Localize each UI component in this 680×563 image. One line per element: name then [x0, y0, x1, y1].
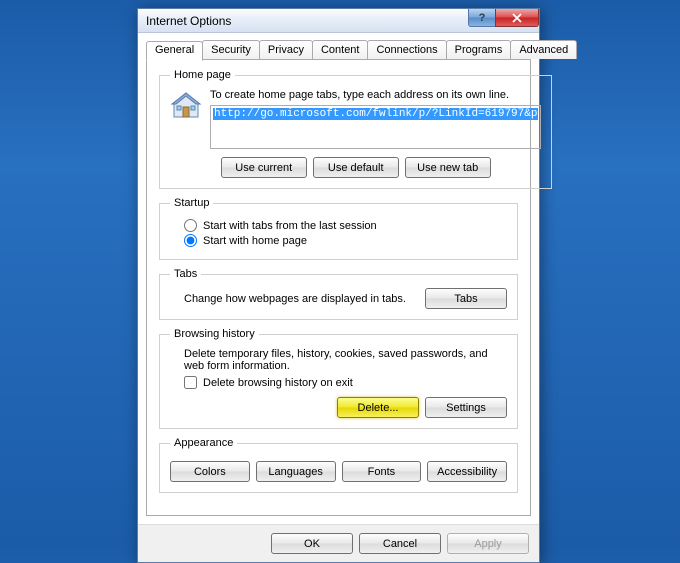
- accessibility-button[interactable]: Accessibility: [427, 461, 507, 482]
- internet-options-dialog: Internet Options ? General Security Priv…: [137, 8, 540, 563]
- titlebar[interactable]: Internet Options ?: [138, 9, 539, 33]
- tab-content[interactable]: Content: [312, 40, 369, 59]
- dialog-bottom-buttons: OK Cancel Apply: [138, 524, 539, 562]
- dialog-body: General Security Privacy Content Connect…: [138, 33, 539, 524]
- apply-button[interactable]: Apply: [447, 533, 529, 554]
- startup-last-session-radio[interactable]: [184, 219, 197, 232]
- ok-button[interactable]: OK: [271, 533, 353, 554]
- startup-legend: Startup: [170, 197, 213, 209]
- appearance-group: Appearance Colors Languages Fonts Access…: [159, 437, 518, 493]
- tabs-legend: Tabs: [170, 268, 201, 280]
- tabs-button[interactable]: Tabs: [425, 288, 507, 309]
- tab-connections[interactable]: Connections: [367, 40, 446, 59]
- tab-strip: General Security Privacy Content Connect…: [146, 40, 531, 60]
- browsing-history-desc: Delete temporary files, history, cookies…: [184, 348, 507, 372]
- fonts-button[interactable]: Fonts: [342, 461, 422, 482]
- use-new-tab-button[interactable]: Use new tab: [405, 157, 491, 178]
- use-current-button[interactable]: Use current: [221, 157, 307, 178]
- dialog-title: Internet Options: [146, 14, 231, 28]
- tab-general[interactable]: General: [146, 41, 203, 61]
- tab-panel-general: Home page To create home page tabs, type…: [146, 59, 531, 516]
- browsing-history-group: Browsing history Delete temporary files,…: [159, 328, 518, 429]
- homepage-legend: Home page: [170, 69, 235, 81]
- languages-button[interactable]: Languages: [256, 461, 336, 482]
- settings-button[interactable]: Settings: [425, 397, 507, 418]
- browsing-history-legend: Browsing history: [170, 328, 259, 340]
- use-default-button[interactable]: Use default: [313, 157, 399, 178]
- tab-advanced[interactable]: Advanced: [510, 40, 577, 59]
- tab-programs[interactable]: Programs: [446, 40, 512, 59]
- close-button[interactable]: [495, 9, 539, 27]
- tabs-desc: Change how webpages are displayed in tab…: [184, 293, 406, 305]
- delete-on-exit-label: Delete browsing history on exit: [203, 377, 353, 389]
- tab-privacy[interactable]: Privacy: [259, 40, 313, 59]
- window-buttons: ?: [469, 9, 539, 27]
- startup-group: Startup Start with tabs from the last se…: [159, 197, 518, 260]
- homepage-group: Home page To create home page tabs, type…: [159, 69, 552, 189]
- startup-home-page-radio[interactable]: [184, 234, 197, 247]
- tab-security[interactable]: Security: [202, 40, 260, 59]
- startup-home-page-label: Start with home page: [203, 235, 307, 247]
- homepage-url-input[interactable]: http://go.microsoft.com/fwlink/p/?LinkId…: [210, 105, 541, 149]
- help-button[interactable]: ?: [468, 9, 496, 27]
- colors-button[interactable]: Colors: [170, 461, 250, 482]
- delete-on-exit-checkbox[interactable]: [184, 376, 197, 389]
- tabs-group: Tabs Change how webpages are displayed i…: [159, 268, 518, 320]
- home-icon: [170, 89, 202, 121]
- startup-last-session-label: Start with tabs from the last session: [203, 220, 377, 232]
- appearance-legend: Appearance: [170, 437, 237, 449]
- cancel-button[interactable]: Cancel: [359, 533, 441, 554]
- delete-button[interactable]: Delete...: [337, 397, 419, 418]
- homepage-desc: To create home page tabs, type each addr…: [210, 89, 541, 101]
